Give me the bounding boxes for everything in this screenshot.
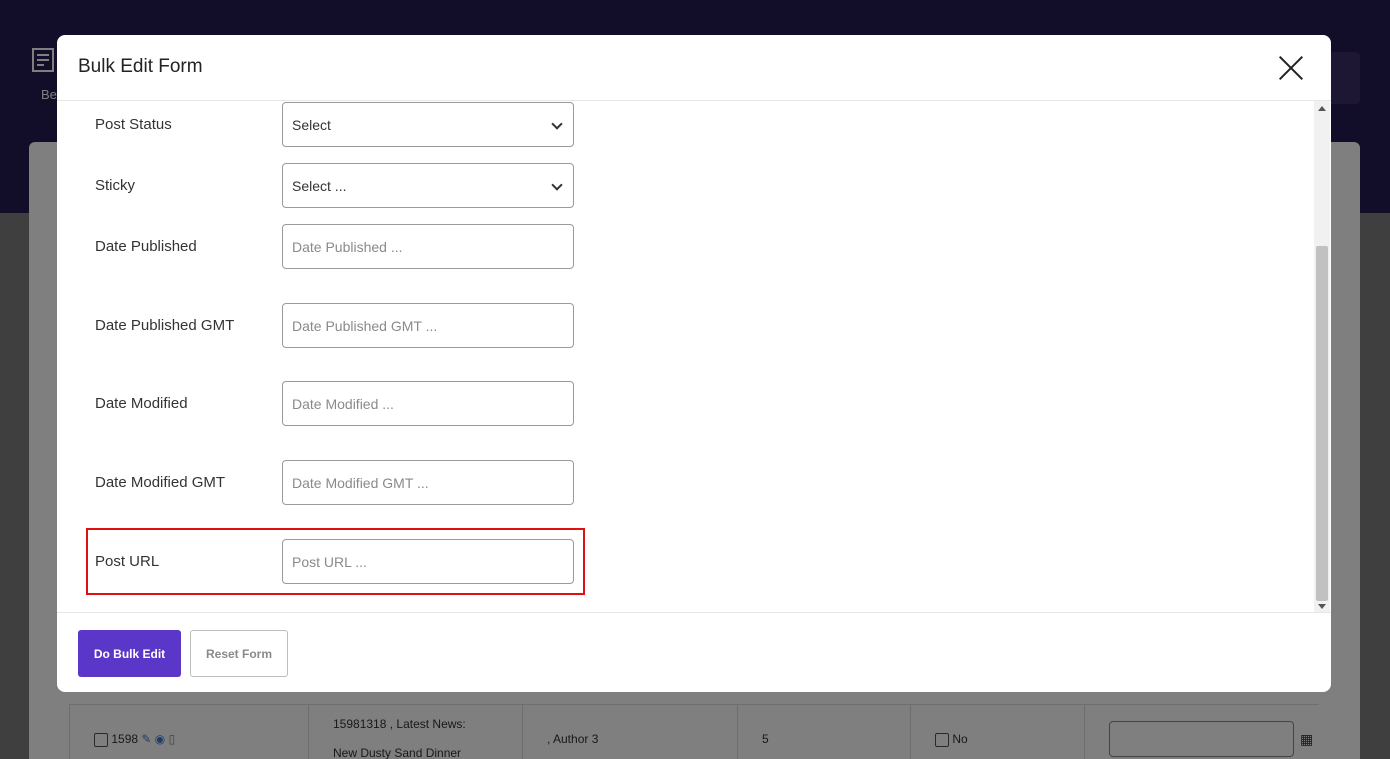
post-status-value: Select — [292, 116, 331, 133]
post-url-input[interactable] — [282, 539, 574, 584]
sticky-value: Select ... — [292, 177, 347, 194]
date-modified-gmt-input[interactable] — [282, 460, 574, 505]
reset-form-button[interactable]: Reset Form — [190, 630, 288, 677]
modal-body: Post Status Select Sticky Select ... Dat… — [57, 101, 1331, 612]
date-published-label: Date Published — [95, 238, 197, 255]
post-status-select[interactable]: Select — [282, 102, 574, 147]
scroll-down-icon[interactable] — [1318, 604, 1326, 609]
scrollbar-thumb[interactable] — [1316, 246, 1328, 601]
date-published-gmt-label: Date Published GMT — [95, 317, 235, 334]
post-status-label: Post Status — [95, 116, 172, 133]
date-published-gmt-input[interactable] — [282, 303, 574, 348]
modal-footer: Do Bulk Edit Reset Form — [57, 612, 1331, 692]
bulk-edit-modal: Bulk Edit Form Post Status Select Sticky… — [57, 35, 1331, 692]
scroll-up-icon[interactable] — [1318, 106, 1326, 111]
sticky-select[interactable]: Select ... — [282, 163, 574, 208]
post-url-label: Post URL — [95, 553, 160, 570]
chevron-down-icon — [551, 118, 563, 130]
do-bulk-edit-button[interactable]: Do Bulk Edit — [78, 630, 181, 677]
modal-header: Bulk Edit Form — [57, 35, 1331, 101]
scrollbar[interactable] — [1314, 101, 1330, 612]
date-modified-gmt-label: Date Modified GMT — [95, 474, 226, 491]
chevron-down-icon — [551, 179, 563, 191]
date-modified-input[interactable] — [282, 381, 574, 426]
close-icon[interactable] — [1278, 55, 1304, 81]
date-published-input[interactable] — [282, 224, 574, 269]
date-modified-label: Date Modified — [95, 395, 188, 412]
modal-title: Bulk Edit Form — [78, 56, 203, 77]
sticky-label: Sticky — [95, 177, 136, 194]
